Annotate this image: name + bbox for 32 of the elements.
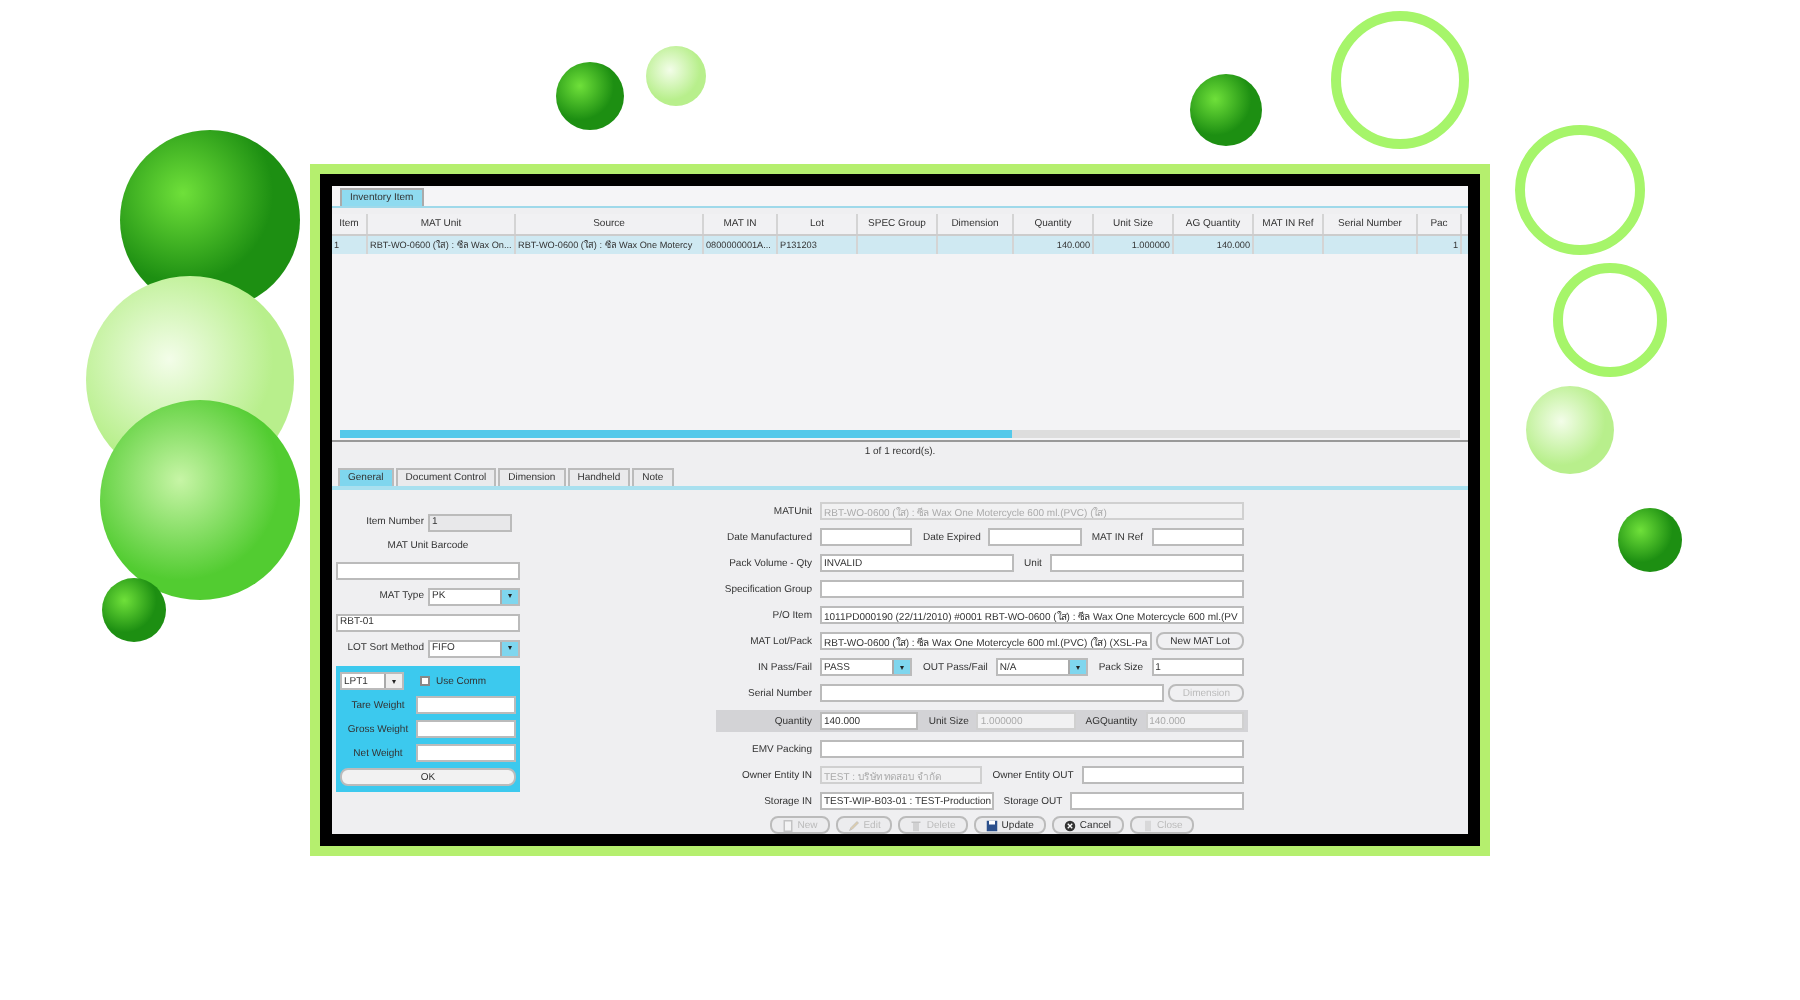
- input-field[interactable]: [1151, 528, 1245, 546]
- ring-drawing: [1515, 125, 1645, 255]
- horizontal-scrollbar[interactable]: [340, 430, 1460, 438]
- ring-drawing: [1331, 11, 1469, 149]
- input-field[interactable]: [1049, 554, 1244, 572]
- cancel-icon: [1063, 819, 1076, 831]
- dropdown-button[interactable]: [500, 641, 518, 655]
- bubble-drawing: [1190, 74, 1262, 146]
- dropdown-button[interactable]: [892, 660, 911, 674]
- input-field[interactable]: [1081, 766, 1245, 784]
- pencil-icon: [847, 819, 860, 831]
- dropdown-button[interactable]: [1068, 660, 1087, 674]
- input-field[interactable]: [820, 740, 1244, 758]
- trash-icon: [910, 819, 923, 831]
- input-field[interactable]: [416, 720, 516, 738]
- input-field[interactable]: [820, 528, 913, 546]
- bubble-drawing: [556, 62, 624, 130]
- input-field[interactable]: [416, 696, 516, 714]
- checkbox[interactable]: [420, 676, 430, 686]
- dropdown-button[interactable]: [500, 589, 518, 603]
- bubble-drawing: [1618, 508, 1682, 572]
- bubble-drawing: [1526, 386, 1614, 474]
- input-field[interactable]: [1070, 792, 1244, 810]
- input-field[interactable]: [336, 561, 520, 579]
- bubble-drawing: [646, 46, 706, 106]
- input-field[interactable]: [416, 744, 516, 762]
- input-field[interactable]: [988, 528, 1082, 546]
- input-field[interactable]: [820, 684, 1165, 702]
- dropdown-button[interactable]: [384, 674, 402, 688]
- input-field[interactable]: [820, 580, 1244, 598]
- ring-drawing: [1553, 263, 1667, 377]
- document-icon: [781, 819, 794, 831]
